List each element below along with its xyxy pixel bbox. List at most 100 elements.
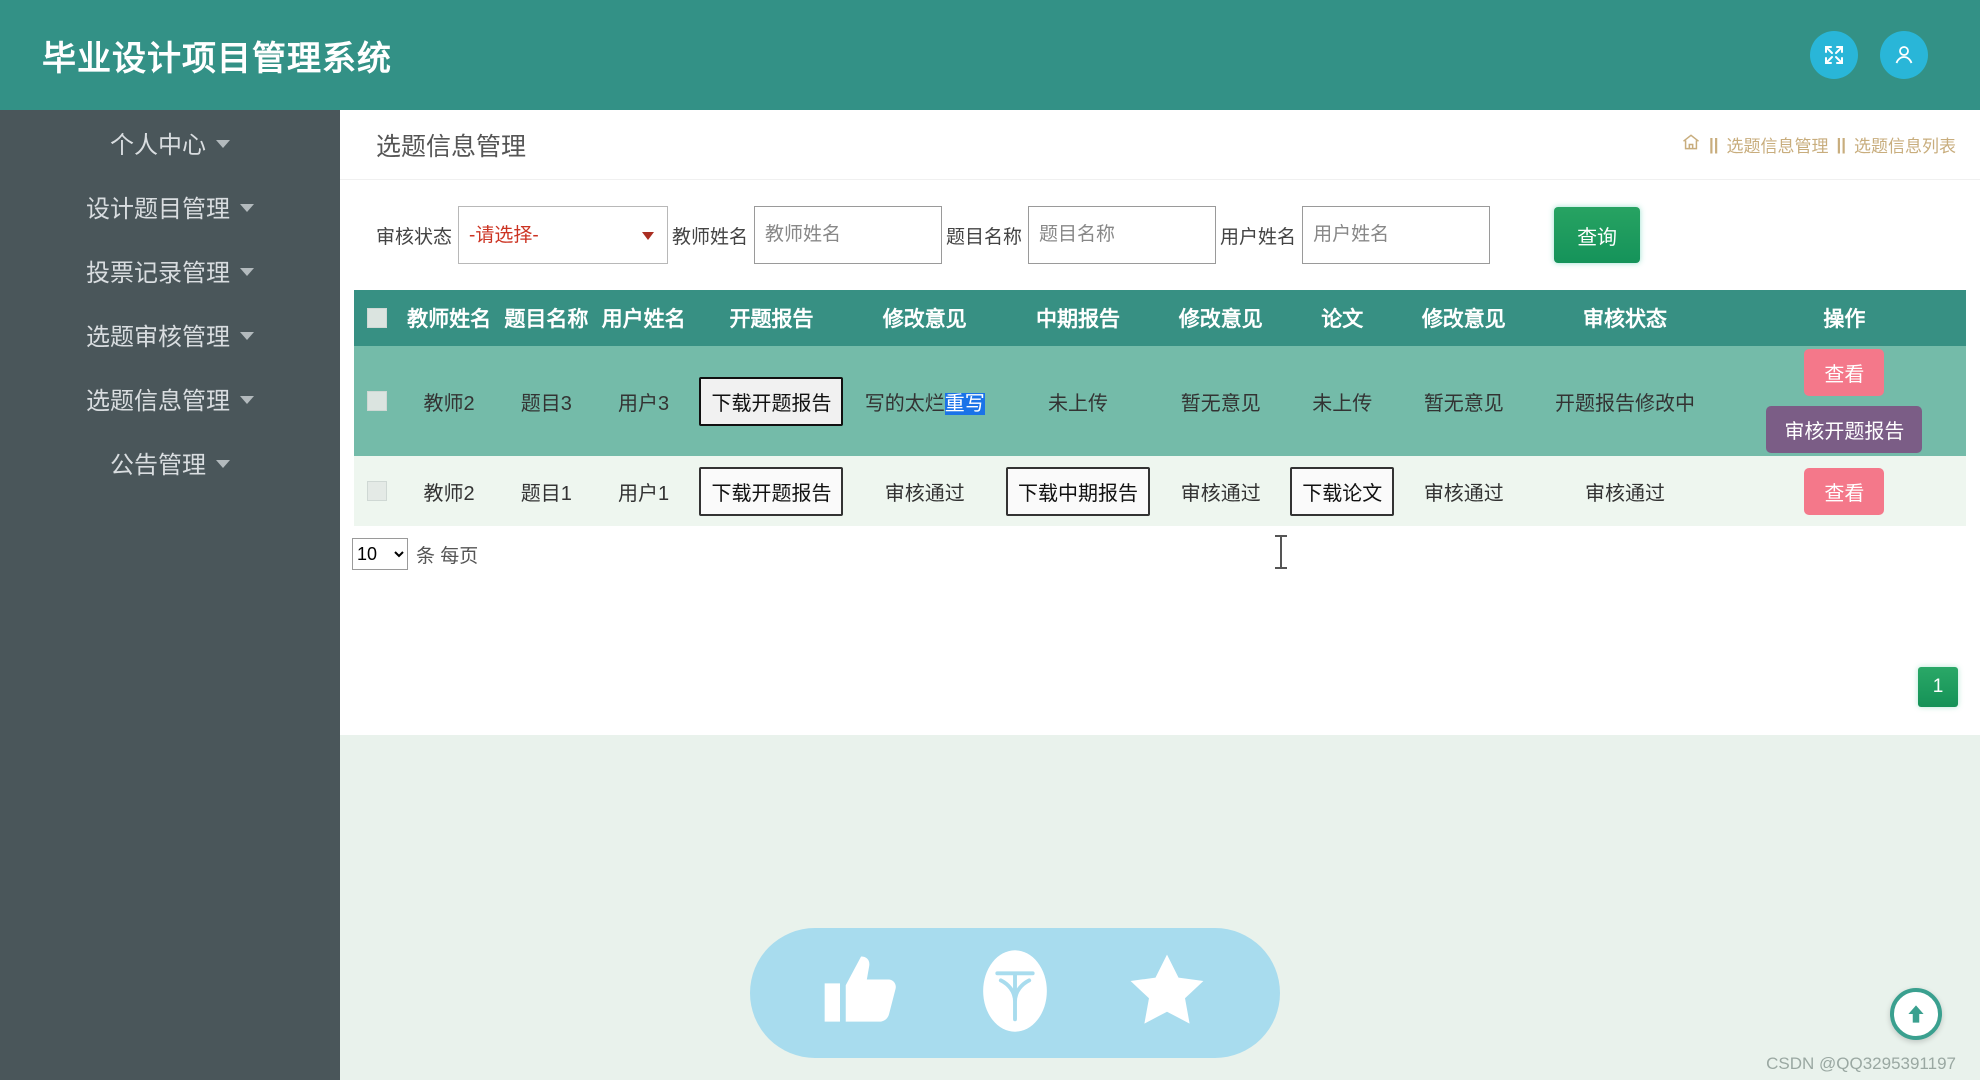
checkbox-icon xyxy=(367,391,388,412)
cell-thesis-comment: 审核通过 xyxy=(1400,456,1528,526)
cell-thesis: 下载论文 xyxy=(1284,456,1401,526)
sidebar-item-label: 个人中心 xyxy=(110,131,206,159)
chevron-down-icon xyxy=(240,268,254,276)
sidebar-item-topic-info[interactable]: 选题信息管理 xyxy=(0,366,340,430)
cell-thesis-comment: 暂无意见 xyxy=(1400,346,1528,456)
cell-thesis: 未上传 xyxy=(1284,346,1401,456)
col-midterm: 中期报告 xyxy=(998,290,1158,346)
page-title: 选题信息管理 xyxy=(376,132,527,161)
table-row: 教师2 题目1 用户1 下载开题报告 审核通过 下载中期报告 审核通过 下载论文… xyxy=(354,456,1966,526)
col-midterm-comment: 修改意见 xyxy=(1157,290,1285,346)
cell-user: 用户3 xyxy=(594,346,693,456)
col-teacher: 教师姓名 xyxy=(400,290,498,346)
thumbs-up-icon[interactable] xyxy=(817,945,909,1042)
cell-topic: 题目3 xyxy=(497,346,595,456)
home-icon[interactable] xyxy=(1681,132,1701,157)
row-checkbox[interactable] xyxy=(354,456,401,526)
page-number-1[interactable]: 1 xyxy=(1918,667,1958,707)
cell-midterm: 未上传 xyxy=(998,346,1158,456)
query-button[interactable]: 查询 xyxy=(1554,207,1641,263)
download-midterm-button[interactable]: 下载中期报告 xyxy=(1006,466,1150,516)
sidebar-item-label: 公告管理 xyxy=(110,451,206,479)
sidebar-item-vote-record[interactable]: 投票记录管理 xyxy=(0,238,340,302)
col-user: 用户姓名 xyxy=(594,290,693,346)
select-all-checkbox[interactable] xyxy=(354,290,401,346)
sidebar-item-personal-center[interactable]: 个人中心 xyxy=(0,110,340,174)
sidebar-item-announcement[interactable]: 公告管理 xyxy=(0,430,340,494)
social-action-bar xyxy=(750,928,1280,1058)
checkbox-icon xyxy=(367,481,388,502)
filter-bar: 审核状态 -请选择-审核通过审核不通过开题报告修改中 教师姓名 题目名称 用户姓… xyxy=(340,180,1980,290)
col-topic: 题目名称 xyxy=(497,290,595,346)
breadcrumb-separator: || xyxy=(1708,134,1719,154)
table-row: 教师2 题目3 用户3 下载开题报告 写的太烂重写 未上传 暂无意见 未上传 暂… xyxy=(354,346,1966,456)
fullscreen-icon[interactable] xyxy=(1810,31,1858,79)
pagination: 102050100 条 每页 xyxy=(340,526,1980,570)
chevron-down-icon xyxy=(216,140,230,148)
download-thesis-button[interactable]: 下载论文 xyxy=(1290,466,1395,516)
filter-label-teacher: 教师姓名 xyxy=(672,226,749,248)
table-header-row: 教师姓名 题目名称 用户姓名 开题报告 修改意见 中期报告 修改意见 论文 修改… xyxy=(354,290,1966,346)
filter-label-user: 用户姓名 xyxy=(1220,226,1297,248)
sidebar-item-topic-audit[interactable]: 选题审核管理 xyxy=(0,302,340,366)
cell-proposal-comment: 审核通过 xyxy=(850,456,999,526)
view-button[interactable]: 查看 xyxy=(1804,467,1885,515)
app-title: 毕业设计项目管理系统 xyxy=(42,39,392,78)
cell-actions: 查看 xyxy=(1722,456,1966,526)
main-content: 选题信息管理 || 选题信息管理 || 选题信息列表 审核状态 -请选择-审核通… xyxy=(340,110,1980,735)
cell-proposal: 下载开题报告 xyxy=(692,346,851,456)
download-proposal-button[interactable]: 下载开题报告 xyxy=(699,466,844,516)
cell-teacher: 教师2 xyxy=(400,456,498,526)
col-thesis-comment: 修改意见 xyxy=(1400,290,1528,346)
sidebar-item-label: 选题审核管理 xyxy=(86,323,230,351)
csdn-logo-icon[interactable] xyxy=(972,945,1058,1042)
col-status: 审核状态 xyxy=(1527,290,1723,346)
star-icon[interactable] xyxy=(1121,945,1213,1042)
topic-table: 教师姓名 题目名称 用户姓名 开题报告 修改意见 中期报告 修改意见 论文 修改… xyxy=(354,290,1966,526)
page-size-label: 条 每页 xyxy=(416,545,479,567)
cell-status: 审核通过 xyxy=(1527,456,1723,526)
cell-actions: 查看 审核开题报告 xyxy=(1722,346,1966,456)
cell-topic: 题目1 xyxy=(497,456,595,526)
teacher-name-input[interactable] xyxy=(754,206,943,264)
audit-proposal-button[interactable]: 审核开题报告 xyxy=(1766,406,1923,453)
cell-midterm-comment: 审核通过 xyxy=(1157,456,1285,526)
proposal-comment-text: 写的太烂 xyxy=(864,392,945,415)
page-size-select[interactable]: 102050100 xyxy=(352,538,408,570)
status-select[interactable]: -请选择-审核通过审核不通过开题报告修改中 xyxy=(458,206,669,264)
chevron-down-icon xyxy=(240,396,254,404)
user-icon[interactable] xyxy=(1880,31,1928,79)
col-actions: 操作 xyxy=(1722,290,1966,346)
cell-proposal: 下载开题报告 xyxy=(692,456,851,526)
breadcrumb-item-topic-info[interactable]: 选题信息管理 xyxy=(1726,132,1828,157)
cell-teacher: 教师2 xyxy=(400,346,498,456)
filter-label-status: 审核状态 xyxy=(376,226,453,248)
chevron-down-icon xyxy=(216,460,230,468)
cell-user: 用户1 xyxy=(594,456,693,526)
sidebar-item-design-topic[interactable]: 设计题目管理 xyxy=(0,174,340,238)
cell-proposal-comment: 写的太烂重写 xyxy=(850,346,999,456)
sidebar-item-label: 设计题目管理 xyxy=(86,195,230,223)
back-to-top-icon[interactable] xyxy=(1890,988,1942,1040)
col-proposal: 开题报告 xyxy=(692,290,851,346)
sidebar-item-label: 选题信息管理 xyxy=(86,387,230,415)
row-checkbox[interactable] xyxy=(354,346,401,456)
download-proposal-button[interactable]: 下载开题报告 xyxy=(699,376,844,426)
cell-midterm-comment: 暂无意见 xyxy=(1157,346,1285,456)
cell-midterm: 下载中期报告 xyxy=(998,456,1158,526)
sidebar-item-label: 投票记录管理 xyxy=(86,259,230,287)
topic-name-input[interactable] xyxy=(1028,206,1217,264)
breadcrumb-item-topic-list[interactable]: 选题信息列表 xyxy=(1854,132,1956,157)
cell-status: 开题报告修改中 xyxy=(1527,346,1723,456)
watermark: CSDN @QQ3295391197 xyxy=(1766,1054,1956,1073)
view-button[interactable]: 查看 xyxy=(1804,349,1885,396)
breadcrumb-separator: || xyxy=(1836,134,1846,154)
chevron-down-icon xyxy=(240,332,254,340)
app-header: 毕业设计项目管理系统 xyxy=(0,0,1980,110)
header-actions xyxy=(1810,31,1928,79)
user-name-input[interactable] xyxy=(1302,206,1491,264)
sidebar: 个人中心 设计题目管理 投票记录管理 选题审核管理 选题信息管理 公告管理 xyxy=(0,110,340,1080)
text-cursor-icon xyxy=(1275,535,1287,569)
proposal-comment-selection: 重写 xyxy=(944,392,985,415)
col-thesis: 论文 xyxy=(1284,290,1401,346)
